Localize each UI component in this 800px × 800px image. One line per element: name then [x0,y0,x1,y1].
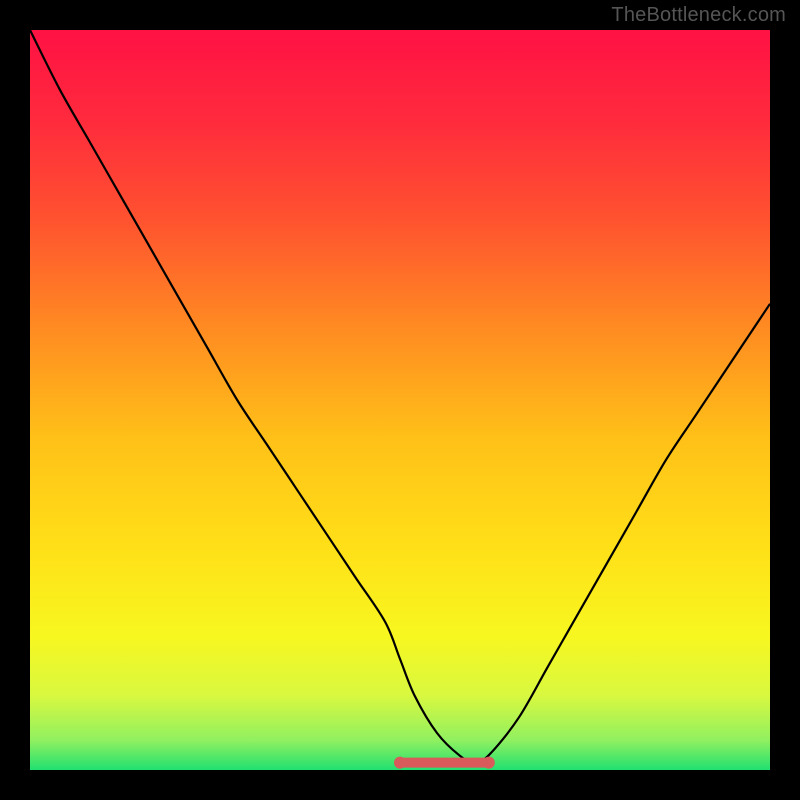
trough-highlight [394,757,495,769]
chart-svg [30,30,770,770]
chart-plot-area [30,30,770,770]
watermark-text: TheBottleneck.com [611,4,786,27]
